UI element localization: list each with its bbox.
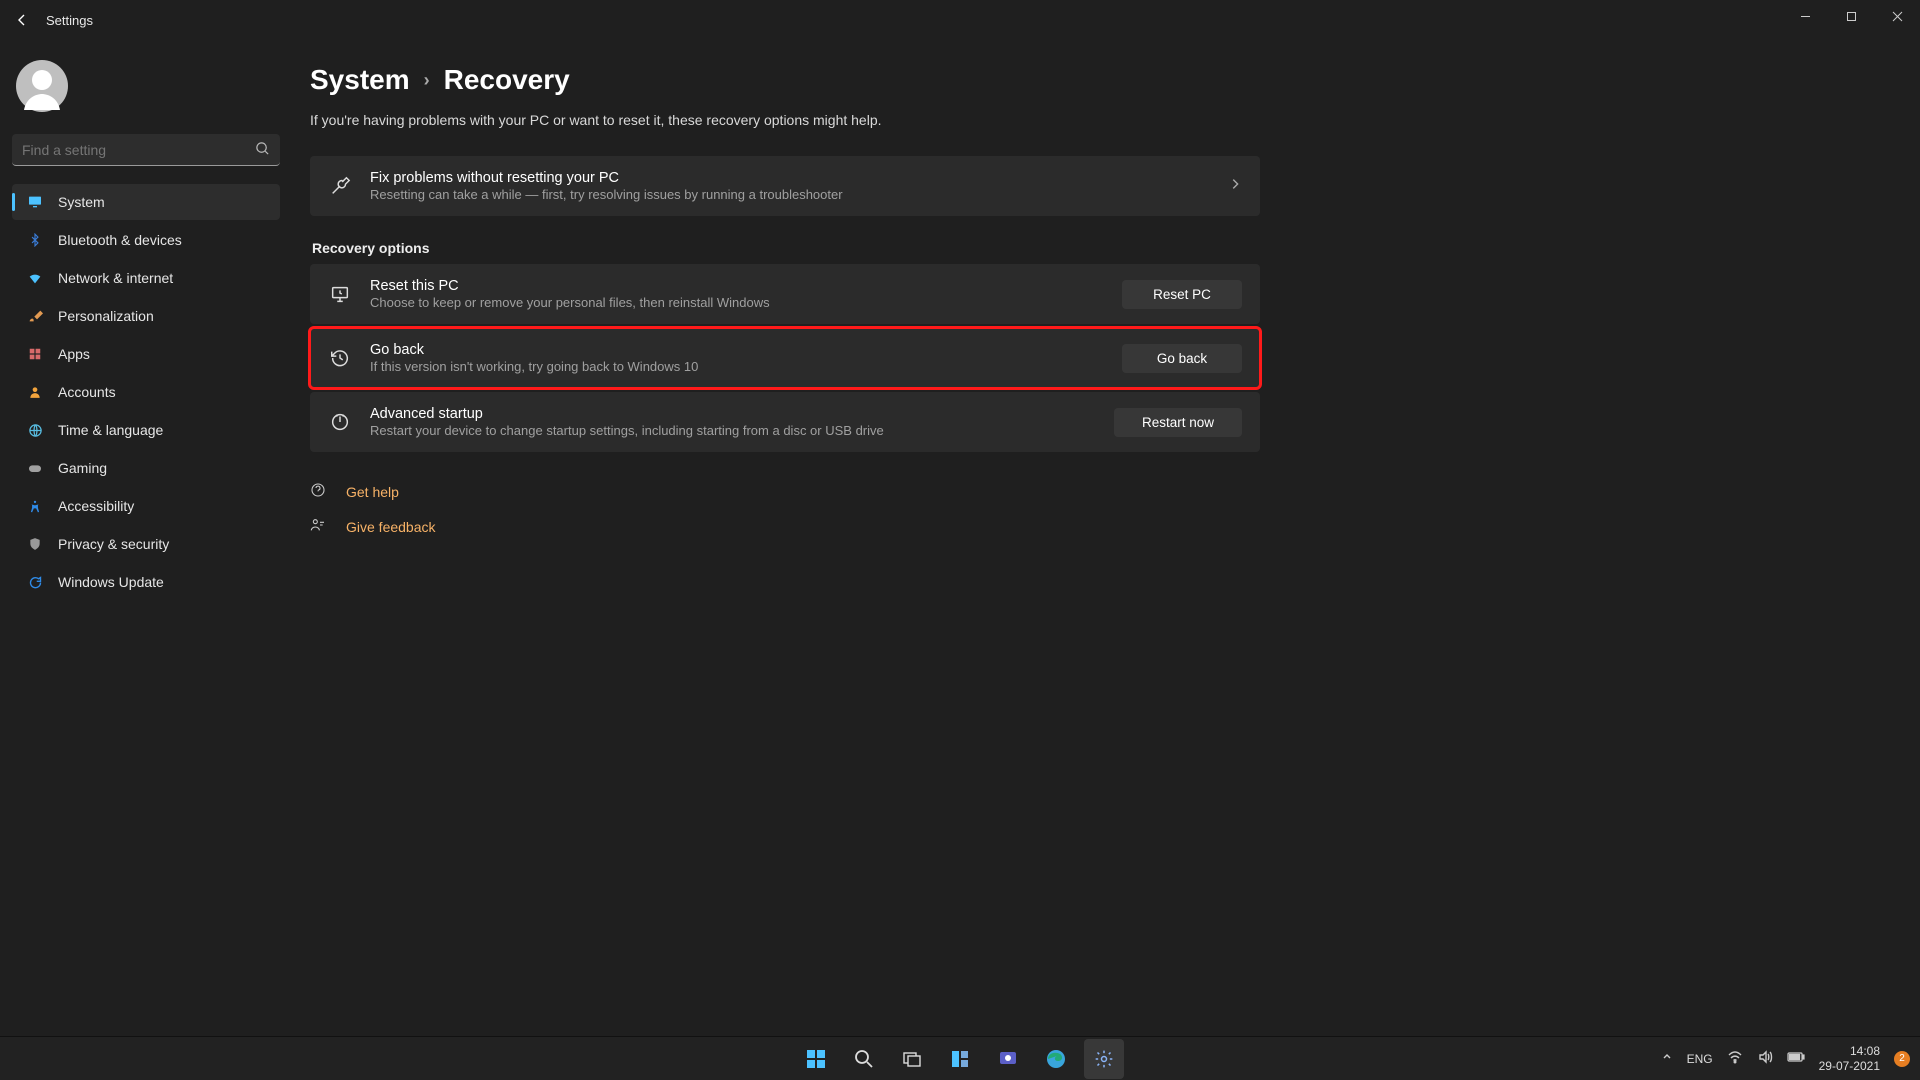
task-view[interactable]: [892, 1039, 932, 1079]
window-title: Settings: [46, 13, 93, 28]
language-indicator[interactable]: ENG: [1687, 1052, 1713, 1066]
nav-label: Accounts: [58, 384, 116, 400]
wifi-icon: [26, 269, 44, 287]
monitor-icon: [26, 193, 44, 211]
chevron-right-icon: ›: [424, 70, 430, 91]
sidebar-item-time-language[interactable]: Time & language: [12, 412, 280, 448]
window-controls: [1782, 0, 1920, 32]
update-icon: [26, 573, 44, 591]
nav-label: Personalization: [58, 308, 154, 324]
globe-clock-icon: [26, 421, 44, 439]
search-box[interactable]: [12, 134, 280, 166]
battery-icon[interactable]: [1787, 1051, 1805, 1066]
back-button[interactable]: [8, 6, 36, 34]
help-icon: [310, 482, 328, 501]
nav-list: System Bluetooth & devices Network & inter…: [12, 184, 280, 600]
taskbar: ENG 14:08 29-07-2021 2: [0, 1036, 1920, 1080]
avatar[interactable]: [16, 60, 68, 112]
chat[interactable]: [988, 1039, 1028, 1079]
search-input[interactable]: [12, 134, 280, 166]
section-title: Recovery options: [312, 240, 1880, 256]
option-go-back: Go backIf this version isn't working, tr…: [310, 328, 1260, 388]
shield-icon: [26, 535, 44, 553]
go-back-button[interactable]: Go back: [1122, 344, 1242, 373]
advanced-startup-icon: [328, 410, 352, 434]
history-icon: [328, 346, 352, 370]
nav-label: System: [58, 194, 105, 210]
nav-label: Windows Update: [58, 574, 164, 590]
taskbar-apps: [796, 1039, 1124, 1079]
sidebar-item-apps[interactable]: Apps: [12, 336, 280, 372]
settings-app[interactable]: [1084, 1039, 1124, 1079]
clock[interactable]: 14:08 29-07-2021: [1819, 1044, 1880, 1073]
content: System › Recovery If you're having probl…: [292, 40, 1920, 1075]
sidebar-item-privacy-security[interactable]: Privacy & security: [12, 526, 280, 562]
option-advanced-startup: Advanced startupRestart your device to c…: [310, 392, 1260, 452]
sidebar-item-accessibility[interactable]: Accessibility: [12, 488, 280, 524]
nav-label: Accessibility: [58, 498, 134, 514]
widgets[interactable]: [940, 1039, 980, 1079]
feedback-icon: [310, 517, 328, 536]
titlebar: Settings: [0, 0, 1920, 40]
search-icon: [255, 141, 270, 161]
bluetooth-icon: [26, 231, 44, 249]
help-links: Get help Give feedback: [310, 482, 1880, 536]
person-icon: [26, 383, 44, 401]
breadcrumb-page: Recovery: [444, 64, 570, 96]
fix-card-desc: Resetting can take a while — first, try …: [370, 187, 1210, 202]
fix-card-title: Fix problems without resetting your PC: [370, 170, 1210, 186]
volume-icon[interactable]: [1757, 1049, 1773, 1068]
sidebar-item-network-internet[interactable]: Network & internet: [12, 260, 280, 296]
sidebar-item-personalization[interactable]: Personalization: [12, 298, 280, 334]
sidebar: System Bluetooth & devices Network & inter…: [0, 40, 292, 1075]
minimize-button[interactable]: [1782, 0, 1828, 32]
clock-date: 29-07-2021: [1819, 1059, 1880, 1073]
chevron-right-icon: [1228, 177, 1242, 196]
breadcrumb: System › Recovery: [310, 64, 1880, 96]
sidebar-item-gaming[interactable]: Gaming: [12, 450, 280, 486]
give-feedback-label: Give feedback: [346, 519, 436, 535]
taskbar-search[interactable]: [844, 1039, 884, 1079]
apps-icon: [26, 345, 44, 363]
sidebar-item-system[interactable]: System: [12, 184, 280, 220]
breadcrumb-root[interactable]: System: [310, 64, 410, 96]
nav-label: Apps: [58, 346, 90, 362]
option-reset-this-pc: Reset this PCChoose to keep or remove yo…: [310, 264, 1260, 324]
nav-label: Privacy & security: [58, 536, 169, 552]
restart-now-button[interactable]: Restart now: [1114, 408, 1242, 437]
option-desc: Choose to keep or remove your personal f…: [370, 295, 1104, 310]
accessibility-icon: [26, 497, 44, 515]
nav-label: Bluetooth & devices: [58, 232, 182, 248]
gamepad-icon: [26, 459, 44, 477]
get-help-label: Get help: [346, 484, 399, 500]
option-desc: If this version isn't working, try going…: [370, 359, 1104, 374]
nav-label: Network & internet: [58, 270, 173, 286]
start-button[interactable]: [796, 1039, 836, 1079]
sidebar-item-bluetooth-devices[interactable]: Bluetooth & devices: [12, 222, 280, 258]
get-help-link[interactable]: Get help: [310, 482, 1880, 501]
option-title: Advanced startup: [370, 406, 1096, 422]
reset-pc-icon: [328, 282, 352, 306]
nav-label: Time & language: [58, 422, 163, 438]
maximize-button[interactable]: [1828, 0, 1874, 32]
tray-chevron-icon[interactable]: [1661, 1051, 1673, 1066]
option-title: Go back: [370, 342, 1104, 358]
fix-problems-card[interactable]: Fix problems without resetting your PC R…: [310, 156, 1260, 216]
clock-time: 14:08: [1819, 1044, 1880, 1058]
option-title: Reset this PC: [370, 278, 1104, 294]
page-subtitle: If you're having problems with your PC o…: [310, 112, 1880, 128]
wifi-icon[interactable]: [1727, 1049, 1743, 1068]
sidebar-item-accounts[interactable]: Accounts: [12, 374, 280, 410]
reset-pc-button[interactable]: Reset PC: [1122, 280, 1242, 309]
sidebar-item-windows-update[interactable]: Windows Update: [12, 564, 280, 600]
brush-icon: [26, 307, 44, 325]
give-feedback-link[interactable]: Give feedback: [310, 517, 1880, 536]
taskbar-tray: ENG 14:08 29-07-2021 2: [1661, 1044, 1910, 1073]
edge[interactable]: [1036, 1039, 1076, 1079]
notification-badge[interactable]: 2: [1894, 1051, 1910, 1067]
nav-label: Gaming: [58, 460, 107, 476]
wrench-icon: [328, 174, 352, 198]
option-desc: Restart your device to change startup se…: [370, 423, 1096, 438]
close-button[interactable]: [1874, 0, 1920, 32]
